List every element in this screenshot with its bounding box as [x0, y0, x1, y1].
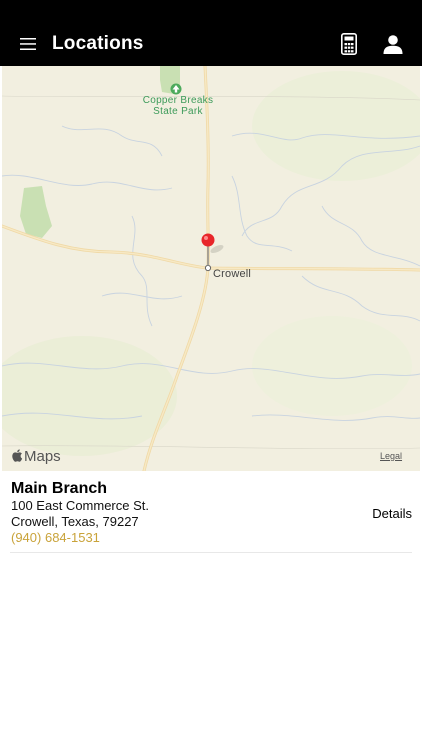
person-icon[interactable] — [380, 31, 406, 57]
page-title: Locations — [52, 33, 144, 54]
branch-street: 100 East Commerce St. — [11, 498, 149, 513]
city-label: Crowell — [213, 268, 252, 280]
apple-logo-icon — [12, 448, 23, 465]
park-label: Copper Breaks State Park — [142, 95, 214, 117]
map-view[interactable]: Copper Breaks State Park Crowell Maps Le… — [2, 66, 420, 471]
location-pin-icon[interactable] — [201, 233, 229, 269]
branch-phone-link[interactable]: (940) 684-1531 — [11, 530, 372, 546]
branch-info: Main Branch 100 East Commerce St. Crowel… — [11, 480, 372, 546]
details-button[interactable]: Details — [372, 506, 412, 521]
branch-list-item[interactable]: Main Branch 100 East Commerce St. Crowel… — [10, 471, 412, 553]
legal-link[interactable]: Legal — [380, 451, 402, 461]
hamburger-menu-icon[interactable] — [18, 34, 38, 54]
status-bar — [0, 0, 422, 22]
navigation-bar: Locations — [0, 22, 422, 66]
maps-attribution-text: Maps — [24, 448, 61, 465]
branch-name: Main Branch — [11, 480, 108, 497]
calculator-icon[interactable] — [336, 31, 362, 57]
maps-attribution: Maps — [12, 448, 61, 465]
branch-city-state-zip: Crowell, Texas, 79227 — [11, 514, 139, 529]
